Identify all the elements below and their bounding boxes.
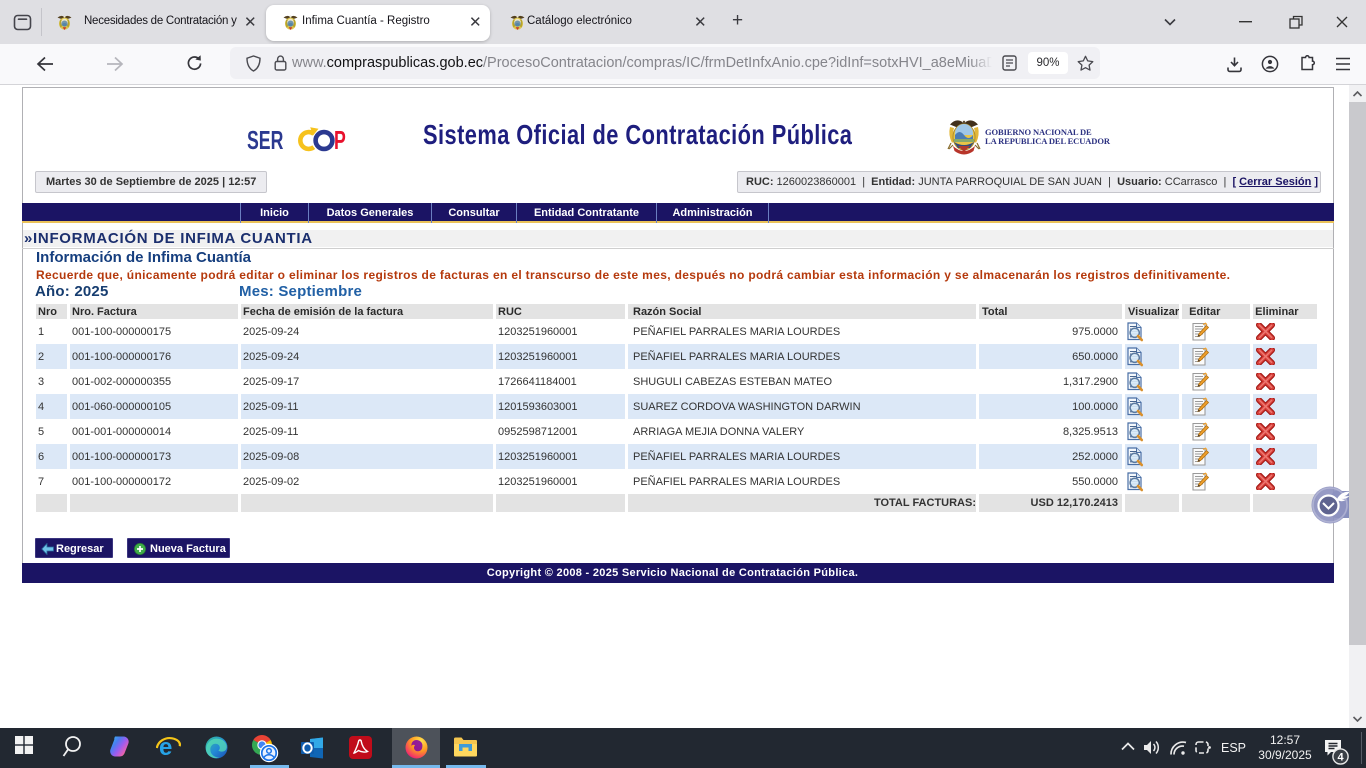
svg-text:4: 4 (1337, 752, 1344, 764)
